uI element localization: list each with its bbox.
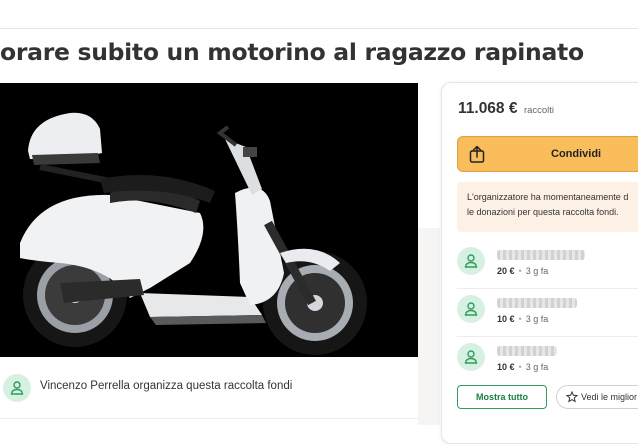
dot-separator: • (518, 362, 522, 372)
user-icon (464, 350, 478, 364)
donor-avatar (457, 343, 485, 371)
organizer-avatar (3, 374, 31, 402)
donation-item: 10 € • 3 g fa (457, 340, 638, 386)
dot-separator: • (518, 314, 522, 324)
top-donations-button[interactable]: Vedi le miglior (556, 385, 638, 409)
divider (0, 418, 418, 419)
donation-time: 3 g fa (525, 362, 549, 372)
donor-name-blurred (497, 250, 585, 260)
divider (457, 336, 638, 337)
show-all-button[interactable]: Mostra tutto (457, 385, 547, 409)
donation-meta: 20 € • 3 g fa (497, 266, 548, 276)
donation-amount: 10 € (497, 362, 515, 372)
share-button[interactable]: Condividi (457, 136, 638, 172)
donor-name-blurred (497, 298, 577, 308)
amount-value: 11.068 € (458, 100, 518, 117)
scooter-photo (0, 83, 418, 357)
donation-sidebar-card: 11.068 € raccolti Condividi L'organizzat… (441, 82, 638, 444)
notice-line-2: le donazioni per questa raccolta fondi. (467, 207, 619, 217)
donor-avatar (457, 247, 485, 275)
donor-name-blurred (497, 346, 557, 356)
user-icon (464, 254, 478, 268)
donation-meta: 10 € • 3 g fa (497, 362, 548, 372)
amount-label: raccolti (523, 105, 555, 116)
donation-item: 10 € • 3 g fa (457, 292, 638, 338)
divider (457, 288, 638, 289)
donation-time: 3 g fa (525, 266, 549, 276)
star-icon (566, 391, 578, 403)
amount-raised: 11.068 € raccolti (458, 100, 554, 118)
top-navigation-bar (0, 0, 638, 29)
donation-meta: 10 € • 3 g fa (497, 314, 548, 324)
donation-item: 20 € • 3 g fa (457, 244, 638, 290)
donation-amount: 10 € (497, 314, 515, 324)
notice-line-1: L'organizzatore ha momentaneamente d (467, 192, 629, 202)
background-panel (418, 228, 440, 425)
donor-avatar (457, 295, 485, 323)
share-icon (469, 145, 485, 163)
organizer-text: Vincenzo Perrella organizza questa racco… (40, 380, 293, 392)
donation-amount: 20 € (497, 266, 515, 276)
user-icon (464, 302, 478, 316)
hero-image (0, 83, 418, 357)
user-icon (10, 381, 24, 395)
donations-paused-notice: L'organizzatore ha momentaneamente d le … (457, 182, 638, 232)
share-label: Condividi (551, 148, 602, 160)
donation-time: 3 g fa (525, 314, 549, 324)
page-title: orare subito un motorino al ragazzo rapi… (0, 38, 584, 66)
top-donations-label: Vedi le miglior (581, 392, 638, 402)
dot-separator: • (518, 266, 522, 276)
organizer-row: Vincenzo Perrella organizza questa racco… (0, 372, 420, 406)
